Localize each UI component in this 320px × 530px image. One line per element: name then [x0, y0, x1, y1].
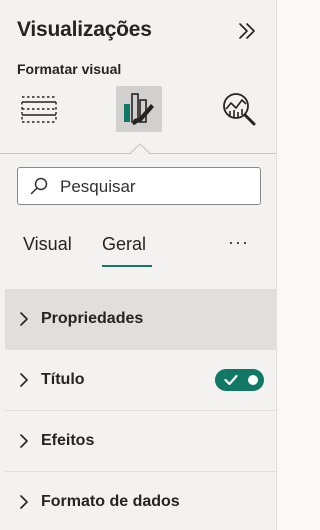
more-options-button[interactable]: ···	[228, 232, 254, 252]
chevron-right-icon	[20, 434, 28, 448]
build-visual-tab[interactable]	[16, 86, 62, 132]
section-formato-de-dados[interactable]: Formato de dados	[5, 472, 276, 530]
chevron-right-icon	[20, 373, 28, 387]
format-visual-heading: Formatar visual	[17, 61, 122, 77]
format-tabs: Visual Geral ···	[0, 230, 276, 270]
analytics-tab[interactable]	[216, 86, 262, 132]
section-titulo[interactable]: Título	[5, 350, 276, 411]
pane-title: Visualizações	[17, 18, 152, 41]
chevron-right-icon	[20, 495, 28, 509]
section-efeitos[interactable]: Efeitos	[5, 411, 276, 472]
section-label: Formato de dados	[41, 493, 180, 510]
pane-header: Visualizações	[17, 16, 266, 48]
visual-mode-tabs	[0, 84, 276, 156]
checkmark-icon	[224, 374, 238, 386]
format-sections: Propriedades Título Efeitos Formato de d…	[5, 289, 276, 530]
magnifier-chart-icon	[223, 93, 256, 126]
toggle-knob	[248, 375, 258, 385]
titulo-toggle[interactable]	[215, 369, 264, 391]
selected-tab-indicator	[102, 265, 152, 267]
search-icon	[30, 177, 48, 195]
search-box[interactable]	[17, 167, 261, 205]
tab-visual[interactable]: Visual	[23, 234, 72, 255]
format-visual-tab[interactable]	[116, 86, 162, 132]
search-input[interactable]	[58, 172, 257, 202]
visualizations-pane: Visualizações Formatar visual Pesquisar …	[0, 0, 277, 530]
section-propriedades[interactable]: Propriedades	[5, 289, 276, 350]
section-label: Propriedades	[41, 310, 144, 327]
section-label: Efeitos	[41, 432, 95, 449]
double-chevron-right-icon[interactable]	[236, 20, 258, 42]
table-grid-icon	[21, 96, 57, 123]
active-tab-pointer	[130, 143, 150, 154]
section-label: Título	[41, 371, 85, 388]
tab-geral[interactable]: Geral	[102, 234, 146, 255]
chevron-right-icon	[20, 312, 28, 326]
paintbrush-chart-icon	[124, 93, 154, 125]
